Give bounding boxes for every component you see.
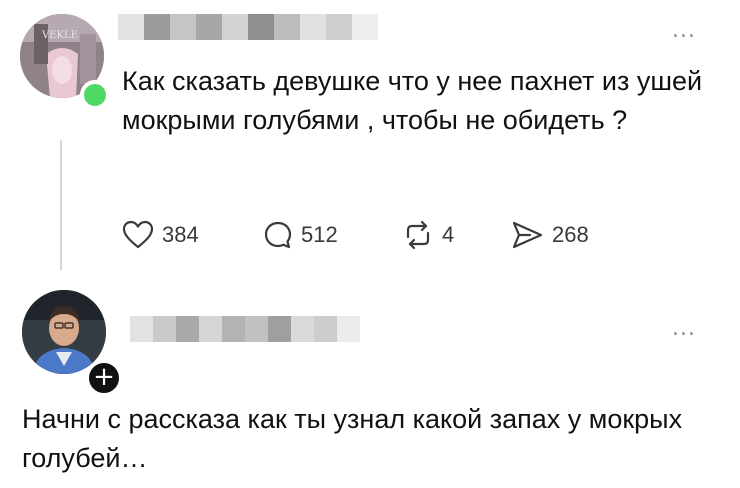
like-button[interactable]: 384 [122, 220, 199, 250]
follow-plus-badge[interactable]: + [86, 360, 122, 396]
more-dots-icon[interactable]: ... [672, 318, 696, 340]
post-text: Как сказать девушке что у нее пахнет из … [122, 66, 703, 135]
share-count: 268 [552, 222, 589, 247]
like-count: 384 [162, 222, 199, 247]
plus-icon: + [93, 362, 115, 392]
share-icon [512, 221, 543, 249]
more-dots-icon[interactable]: ... [672, 20, 696, 42]
online-status-dot [80, 80, 110, 110]
thread-line [60, 140, 62, 270]
repost-icon [406, 220, 430, 250]
comment-icon [264, 221, 292, 249]
comment-count: 512 [301, 222, 338, 247]
share-button[interactable]: 268 [510, 220, 589, 250]
heart-icon [122, 220, 154, 249]
reply-text: Начни с рассказа как ты узнал какой запа… [22, 404, 683, 473]
username-redacted[interactable] [130, 316, 360, 342]
repost-button[interactable]: 4 [402, 220, 454, 250]
post: VEKLE ... Как сказать девушке что у нее … [0, 0, 740, 280]
username-redacted[interactable] [118, 14, 378, 40]
repost-count: 4 [442, 222, 455, 247]
svg-text:VEKLE: VEKLE [41, 30, 78, 41]
comment-button[interactable]: 512 [263, 220, 338, 250]
